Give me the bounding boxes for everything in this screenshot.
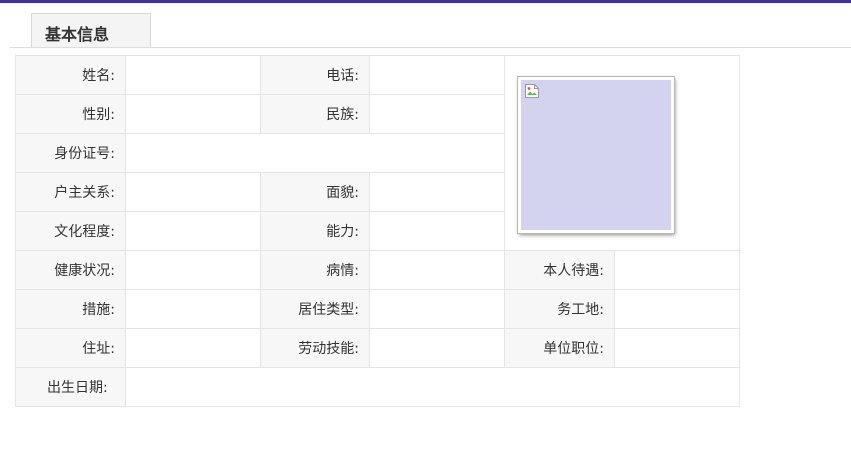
gender-label: 性别: xyxy=(15,94,126,134)
political-status-value xyxy=(369,172,505,212)
work-unit-position-value xyxy=(614,328,740,368)
id-number-label: 身份证号: xyxy=(15,133,126,173)
benefits-label: 本人待遇: xyxy=(504,250,615,290)
id-number-value xyxy=(125,133,505,173)
labor-skills-value xyxy=(369,328,505,368)
photo-placeholder xyxy=(518,77,674,233)
broken-image-icon xyxy=(525,84,539,98)
political-status-label: 面貌: xyxy=(260,172,370,212)
ethnicity-label: 民族: xyxy=(260,94,370,134)
measures-label: 措施: xyxy=(15,289,126,329)
name-value xyxy=(125,55,261,95)
work-location-label: 务工地: xyxy=(504,289,615,329)
household-relation-value xyxy=(125,172,261,212)
ethnicity-value xyxy=(369,94,505,134)
tab-basic-info[interactable]: 基本信息 xyxy=(31,13,151,47)
health-label: 健康状况: xyxy=(15,250,126,290)
form-row: 姓名: 电话: xyxy=(15,55,740,251)
health-value xyxy=(125,250,261,290)
birth-date-value xyxy=(125,367,740,407)
address-value xyxy=(125,328,261,368)
residence-type-value xyxy=(369,289,505,329)
tab-basic-info-label: 基本信息 xyxy=(45,25,110,44)
form-row: 出生日期: xyxy=(15,367,740,407)
illness-label: 病情: xyxy=(260,250,370,290)
ability-label: 能力: xyxy=(260,211,370,251)
illness-value xyxy=(369,250,505,290)
measures-value xyxy=(125,289,261,329)
phone-value xyxy=(369,55,505,95)
address-label: 住址: xyxy=(15,328,126,368)
ability-value xyxy=(369,211,505,251)
education-label: 文化程度: xyxy=(15,211,126,251)
labor-skills-label: 劳动技能: xyxy=(260,328,370,368)
gender-value xyxy=(125,94,261,134)
birth-date-label: 出生日期: xyxy=(15,367,126,407)
basic-info-form: 姓名: 电话: 性别: 民族: 身份证号: 户主关系: 面貌: 文化程度: 能力… xyxy=(15,55,740,407)
phone-label: 电话: xyxy=(260,55,370,95)
work-unit-position-label: 单位职位: xyxy=(504,328,615,368)
form-row: 住址: 劳动技能: 单位职位: xyxy=(15,328,740,368)
benefits-value xyxy=(614,250,740,290)
photo-cell xyxy=(504,55,740,251)
residence-type-label: 居住类型: xyxy=(260,289,370,329)
name-label: 姓名: xyxy=(15,55,126,95)
household-relation-label: 户主关系: xyxy=(15,172,126,212)
top-accent-bar xyxy=(0,0,851,3)
education-value xyxy=(125,211,261,251)
form-row: 措施: 居住类型: 务工地: xyxy=(15,289,740,329)
tab-divider xyxy=(10,47,851,48)
form-row: 健康状况: 病情: 本人待遇: xyxy=(15,250,740,290)
work-location-value xyxy=(614,289,740,329)
